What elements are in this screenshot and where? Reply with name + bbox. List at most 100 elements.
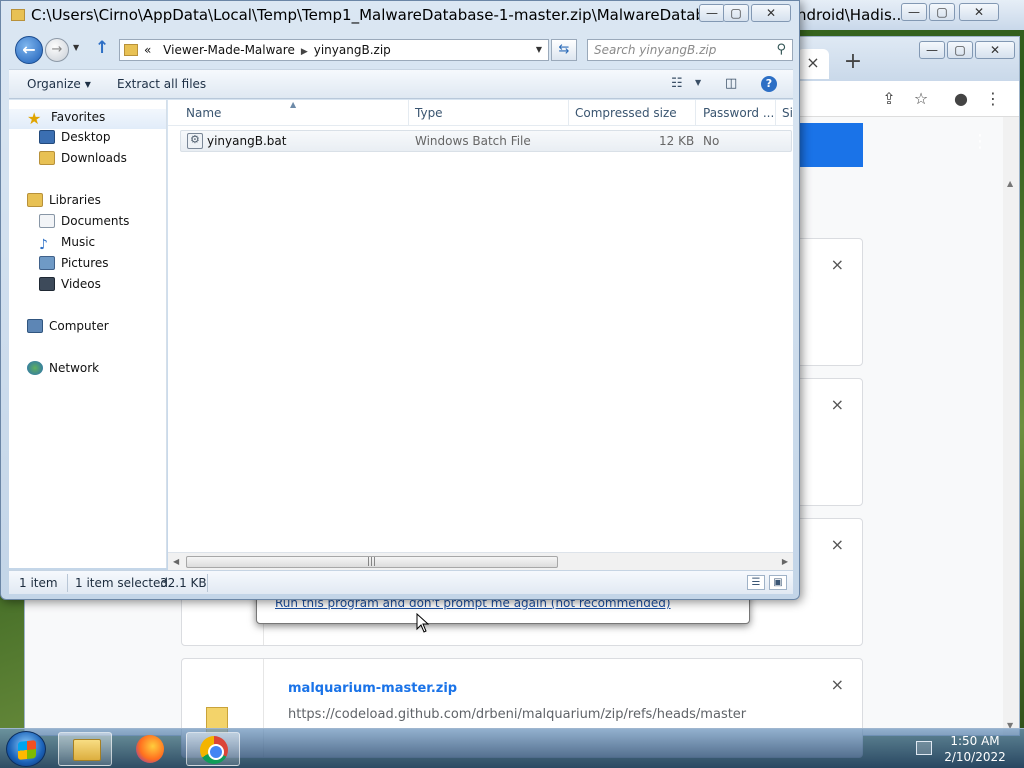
chrome-scrollbar[interactable]: ▲ ▼ bbox=[1003, 117, 1019, 735]
start-button[interactable] bbox=[6, 731, 46, 767]
breadcrumb-item[interactable]: Viewer-Made-Malware bbox=[163, 43, 295, 57]
back-button[interactable]: ← bbox=[15, 36, 43, 64]
chrome-maximize-button[interactable]: ▢ bbox=[947, 41, 973, 59]
nav-desktop[interactable]: Desktop bbox=[9, 130, 166, 150]
scroll-up-icon[interactable]: ▲ bbox=[1007, 179, 1013, 188]
nav-music[interactable]: ♪ Music bbox=[9, 235, 166, 255]
scroll-left-icon[interactable]: ◀ bbox=[173, 557, 179, 566]
remove-download-icon[interactable]: × bbox=[831, 255, 844, 274]
nav-pictures[interactable]: Pictures bbox=[9, 256, 166, 276]
breadcrumb-item[interactable]: yinyangB.zip bbox=[314, 43, 391, 57]
downloads-menu-icon[interactable]: ⋮ bbox=[971, 131, 989, 152]
remove-download-icon[interactable]: × bbox=[831, 675, 844, 694]
network-icon bbox=[27, 361, 43, 375]
status-divider bbox=[207, 574, 208, 592]
chrome-icon bbox=[200, 736, 228, 764]
download-url[interactable]: https://codeload.github.com/drbeni/malqu… bbox=[288, 707, 746, 722]
downloads-folder-icon bbox=[39, 151, 55, 165]
file-name: yinyangB.bat bbox=[207, 134, 287, 148]
nav-label: Desktop bbox=[61, 130, 111, 144]
organize-button[interactable]: Organize ▼ bbox=[27, 77, 91, 91]
scroll-right-icon[interactable]: ▶ bbox=[782, 557, 788, 566]
nav-label: Music bbox=[61, 235, 96, 249]
clock-date: 2/10/2022 bbox=[944, 750, 1006, 764]
windows-logo-icon bbox=[18, 740, 36, 760]
view-dropdown-icon[interactable]: ▼ bbox=[695, 78, 701, 87]
nav-label: Pictures bbox=[61, 256, 109, 270]
computer-icon bbox=[27, 319, 43, 333]
explorer-close-button[interactable]: ✕ bbox=[751, 4, 791, 22]
address-bar[interactable]: « Viewer-Made-Malware ▶ yinyangB.zip ▼ bbox=[119, 39, 549, 61]
help-icon[interactable]: ? bbox=[761, 76, 777, 92]
taskbar-chrome-button[interactable] bbox=[186, 732, 240, 766]
chrome-menu-icon[interactable]: ⋮ bbox=[983, 89, 1003, 109]
column-header-row: ▲ Name Type Compressed size Password ...… bbox=[168, 100, 793, 126]
change-view-icon[interactable]: ☷ bbox=[671, 76, 683, 91]
nav-downloads[interactable]: Downloads bbox=[9, 151, 166, 171]
folder-icon bbox=[11, 9, 25, 21]
search-icon[interactable]: ⚲ bbox=[776, 42, 786, 57]
bg-close-button[interactable]: ✕ bbox=[959, 3, 999, 21]
bg-maximize-button[interactable]: ▢ bbox=[929, 3, 955, 21]
taskbar-firefox-button[interactable] bbox=[124, 732, 178, 766]
search-input[interactable]: Search yinyangB.zip ⚲ bbox=[587, 39, 793, 61]
column-name[interactable]: Name bbox=[186, 106, 221, 120]
share-icon[interactable]: ⇪ bbox=[879, 89, 899, 109]
breadcrumb-overflow[interactable]: « bbox=[144, 43, 151, 57]
bookmark-star-icon[interactable]: ☆ bbox=[911, 89, 931, 109]
download-filename[interactable]: malquarium-master.zip bbox=[288, 681, 457, 696]
explorer-maximize-button[interactable]: ▢ bbox=[723, 4, 749, 22]
nav-network[interactable]: Network bbox=[9, 361, 166, 381]
nav-computer[interactable]: Computer bbox=[9, 319, 166, 339]
column-password[interactable]: Password ... bbox=[703, 106, 774, 120]
item-count: 1 item bbox=[19, 576, 58, 590]
up-level-button[interactable]: ↑ bbox=[95, 38, 109, 58]
refresh-button[interactable]: ⇆ bbox=[551, 39, 577, 61]
nav-documents[interactable]: Documents bbox=[9, 214, 166, 234]
profile-avatar-icon[interactable]: ● bbox=[951, 89, 971, 109]
column-divider[interactable] bbox=[408, 100, 409, 126]
grip-icon: ||| bbox=[367, 557, 377, 567]
breadcrumb-chevron-icon[interactable]: ▶ bbox=[301, 47, 308, 57]
column-compressed-size[interactable]: Compressed size bbox=[575, 106, 677, 120]
recent-pages-dropdown-icon[interactable]: ▼ bbox=[73, 43, 79, 52]
column-divider[interactable] bbox=[775, 100, 776, 126]
file-list: ▲ Name Type Compressed size Password ...… bbox=[168, 100, 793, 552]
remove-download-icon[interactable]: × bbox=[831, 395, 844, 414]
table-row[interactable]: yinyangB.bat Windows Batch File 12 KB No bbox=[180, 130, 792, 152]
nav-libraries[interactable]: Libraries bbox=[9, 193, 166, 213]
scroll-thumb[interactable]: ||| bbox=[186, 556, 558, 568]
remove-download-icon[interactable]: × bbox=[831, 535, 844, 554]
address-dropdown-icon[interactable]: ▼ bbox=[536, 45, 542, 54]
column-size[interactable]: Si bbox=[782, 106, 793, 120]
system-clock[interactable]: 1:50 AM 2/10/2022 bbox=[940, 733, 1010, 765]
chrome-close-button[interactable]: ✕ bbox=[975, 41, 1015, 59]
explorer-title: C:\Users\Cirno\AppData\Local\Temp\Temp1_… bbox=[31, 6, 701, 24]
new-tab-button[interactable]: + bbox=[841, 51, 865, 75]
tab-close-icon[interactable]: × bbox=[797, 49, 829, 79]
bg-minimize-button[interactable]: — bbox=[901, 3, 927, 21]
column-divider[interactable] bbox=[568, 100, 569, 126]
organize-label: Organize bbox=[27, 77, 81, 91]
nav-videos[interactable]: Videos bbox=[9, 277, 166, 297]
horizontal-scrollbar[interactable]: ◀ ||| ▶ bbox=[168, 552, 793, 570]
details-view-icon[interactable]: ☰ bbox=[747, 575, 765, 590]
explorer-minimize-button[interactable]: — bbox=[699, 4, 725, 22]
nav-label: Videos bbox=[61, 277, 101, 291]
chrome-minimize-button[interactable]: — bbox=[919, 41, 945, 59]
file-type: Windows Batch File bbox=[415, 134, 531, 148]
preview-pane-icon[interactable]: ◫ bbox=[725, 76, 737, 91]
nav-label: Computer bbox=[49, 319, 109, 333]
nav-label: Libraries bbox=[49, 193, 101, 207]
star-icon: ★ bbox=[27, 109, 42, 128]
extract-all-button[interactable]: Extract all files bbox=[117, 77, 206, 91]
network-tray-icon[interactable] bbox=[916, 741, 932, 755]
nav-favorites[interactable]: ★ Favorites bbox=[9, 109, 166, 129]
column-type[interactable]: Type bbox=[415, 106, 443, 120]
taskbar-explorer-button[interactable] bbox=[58, 732, 112, 766]
taskbar: 1:50 AM 2/10/2022 bbox=[0, 728, 1024, 768]
large-icons-view-icon[interactable]: ▣ bbox=[769, 575, 787, 590]
column-divider[interactable] bbox=[695, 100, 696, 126]
nav-label: Network bbox=[49, 361, 100, 375]
forward-button[interactable]: → bbox=[45, 38, 69, 62]
